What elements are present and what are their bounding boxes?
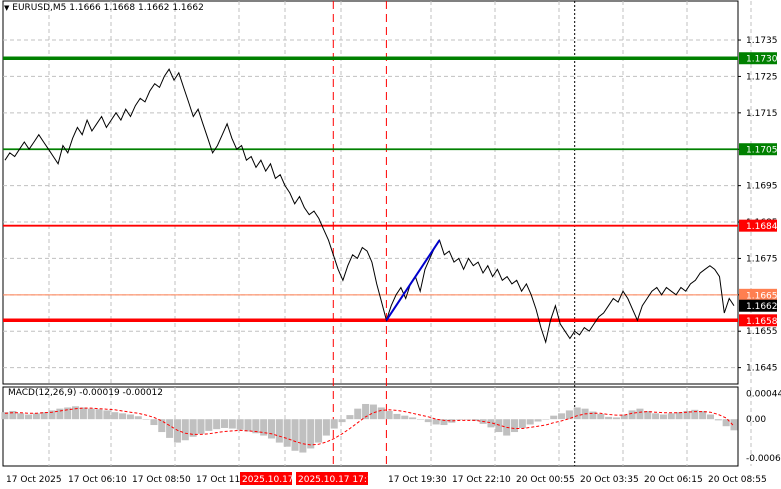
macd-histogram-bar [150,419,158,426]
macd-histogram-bar [456,419,464,420]
macd-histogram-bar [330,419,338,429]
price-series-line [4,68,735,344]
macd-histogram-bar [628,410,636,420]
macd-histogram-bar [706,414,715,420]
macd-tick-label: -0.00066 [746,454,781,464]
macd-histogram-bar [322,419,330,436]
macd-histogram-bar [166,419,174,438]
current-price-label: 1.1662 [746,302,778,312]
macd-histogram-bar [424,419,432,423]
x-tick-label: 17 Oct 22:10 [452,475,511,485]
chart-root: 1.17351.17251.17151.17051.16951.16851.16… [0,0,781,489]
macd-histogram-bar [134,416,142,420]
macd-histogram-bar [416,419,424,420]
macd-histogram-bar [518,419,526,428]
macd-histogram-bar [32,413,40,420]
macd-histogram-bar [244,419,252,432]
x-tick-label: 17 Oct 19:30 [388,475,447,485]
level-label: 1.1684 [746,222,778,232]
x-tick-label: 20 Oct 08:55 [708,475,767,485]
macd-histogram-bar [205,419,213,431]
macd-histogram-bar [558,413,566,420]
macd-histogram-bar [197,419,205,434]
macd-pane-frame [2,386,739,467]
chart-header: ▼ EURUSD,M5 1.1666 1.1668 1.1662 1.1662 [4,3,204,13]
macd-histogram-bar [675,412,683,420]
macd-histogram-bar [393,413,401,420]
macd-histogram-bar [315,419,323,443]
macd-histogram-bar [338,419,346,423]
macd-histogram-bar [267,419,276,439]
macd-histogram-bar [495,419,503,433]
macd-histogram-bar [299,419,307,453]
macd-histogram-bar [142,419,150,420]
macd-histogram-bar [236,419,244,430]
symbol-title: EURUSD,M5 [12,3,67,13]
triangle-down-icon[interactable]: ▼ [4,4,9,12]
macd-histogram-bar [220,419,229,428]
x-tick-label: 2025.10.17 17:10 [298,475,379,485]
macd-histogram-bar [659,414,667,420]
macd-tick-label: 0.00 [746,415,766,425]
macd-histogram-bar [526,419,534,425]
level-label: 1.1658 [746,317,778,327]
macd-histogram-bar [111,412,119,420]
macd-histogram-bar [95,409,103,420]
macd-histogram-bar [377,407,385,420]
macd-histogram-bar [550,415,558,420]
macd-histogram-bar [714,419,722,421]
macd-histogram-bar [510,419,519,433]
macd-histogram-bar [181,419,189,441]
macd-header: MACD(12,26,9) -0.00019 -0.00012 [8,388,164,398]
macd-histogram-bar [409,417,417,420]
level-label: 1.1730 [746,55,778,65]
macd-histogram-bar [667,413,675,420]
x-tick-label: 20 Oct 03:35 [580,475,639,485]
macd-histogram-bar [79,407,87,420]
trend-line [385,239,441,321]
macd-histogram-bar [573,407,581,420]
macd-histogram-bar [542,419,550,420]
x-tick-label: 20 Oct 00:55 [516,475,575,485]
macd-histogram-bar [636,408,644,420]
x-tick-label: 20 Oct 06:15 [644,475,703,485]
macd-histogram-bar [275,419,283,443]
macd-histogram-bar [173,419,181,443]
macd-histogram-bar [385,410,393,420]
macd-histogram-bar [589,411,597,420]
macd-histogram-bar [354,408,362,420]
macd-histogram-bar [119,413,127,420]
macd-histogram-bar [652,413,660,420]
macd-histogram-bar [346,415,354,420]
level-label: 1.1705 [746,146,778,156]
macd-histogram-bar [291,419,299,451]
ohlc-text: 1.1666 1.1668 1.1662 1.1662 [69,3,204,13]
macd-histogram-bar [17,413,25,420]
macd-histogram-bar [612,417,620,420]
macd-histogram-bar [534,419,542,422]
chart-canvas: 1.17351.17251.17151.17051.16951.16851.16… [1,0,781,485]
macd-histogram-bar [401,415,409,420]
macd-histogram-bar [283,419,291,447]
macd-histogram-bar [158,419,166,433]
macd-histogram-bar [730,419,738,431]
x-tick-label: 2025.10.17 [242,475,294,485]
x-tick-label: 17 Oct 06:10 [68,475,127,485]
macd-histogram-bar [597,413,605,420]
x-tick-label: 17 Oct 08:50 [132,475,191,485]
macd-histogram-bar [213,419,221,430]
macd-histogram-bar [605,416,613,420]
macd-histogram-bar [24,414,33,420]
macd-histogram-bar [87,408,95,420]
macd-tick-label: 0.00044 [746,389,781,399]
x-tick-label: 17 Oct 2025 [6,475,62,485]
macd-histogram-bar [103,410,111,420]
macd-histogram-bar [463,419,472,420]
macd-histogram-bar [228,419,236,429]
macd-histogram-bar [126,414,134,420]
